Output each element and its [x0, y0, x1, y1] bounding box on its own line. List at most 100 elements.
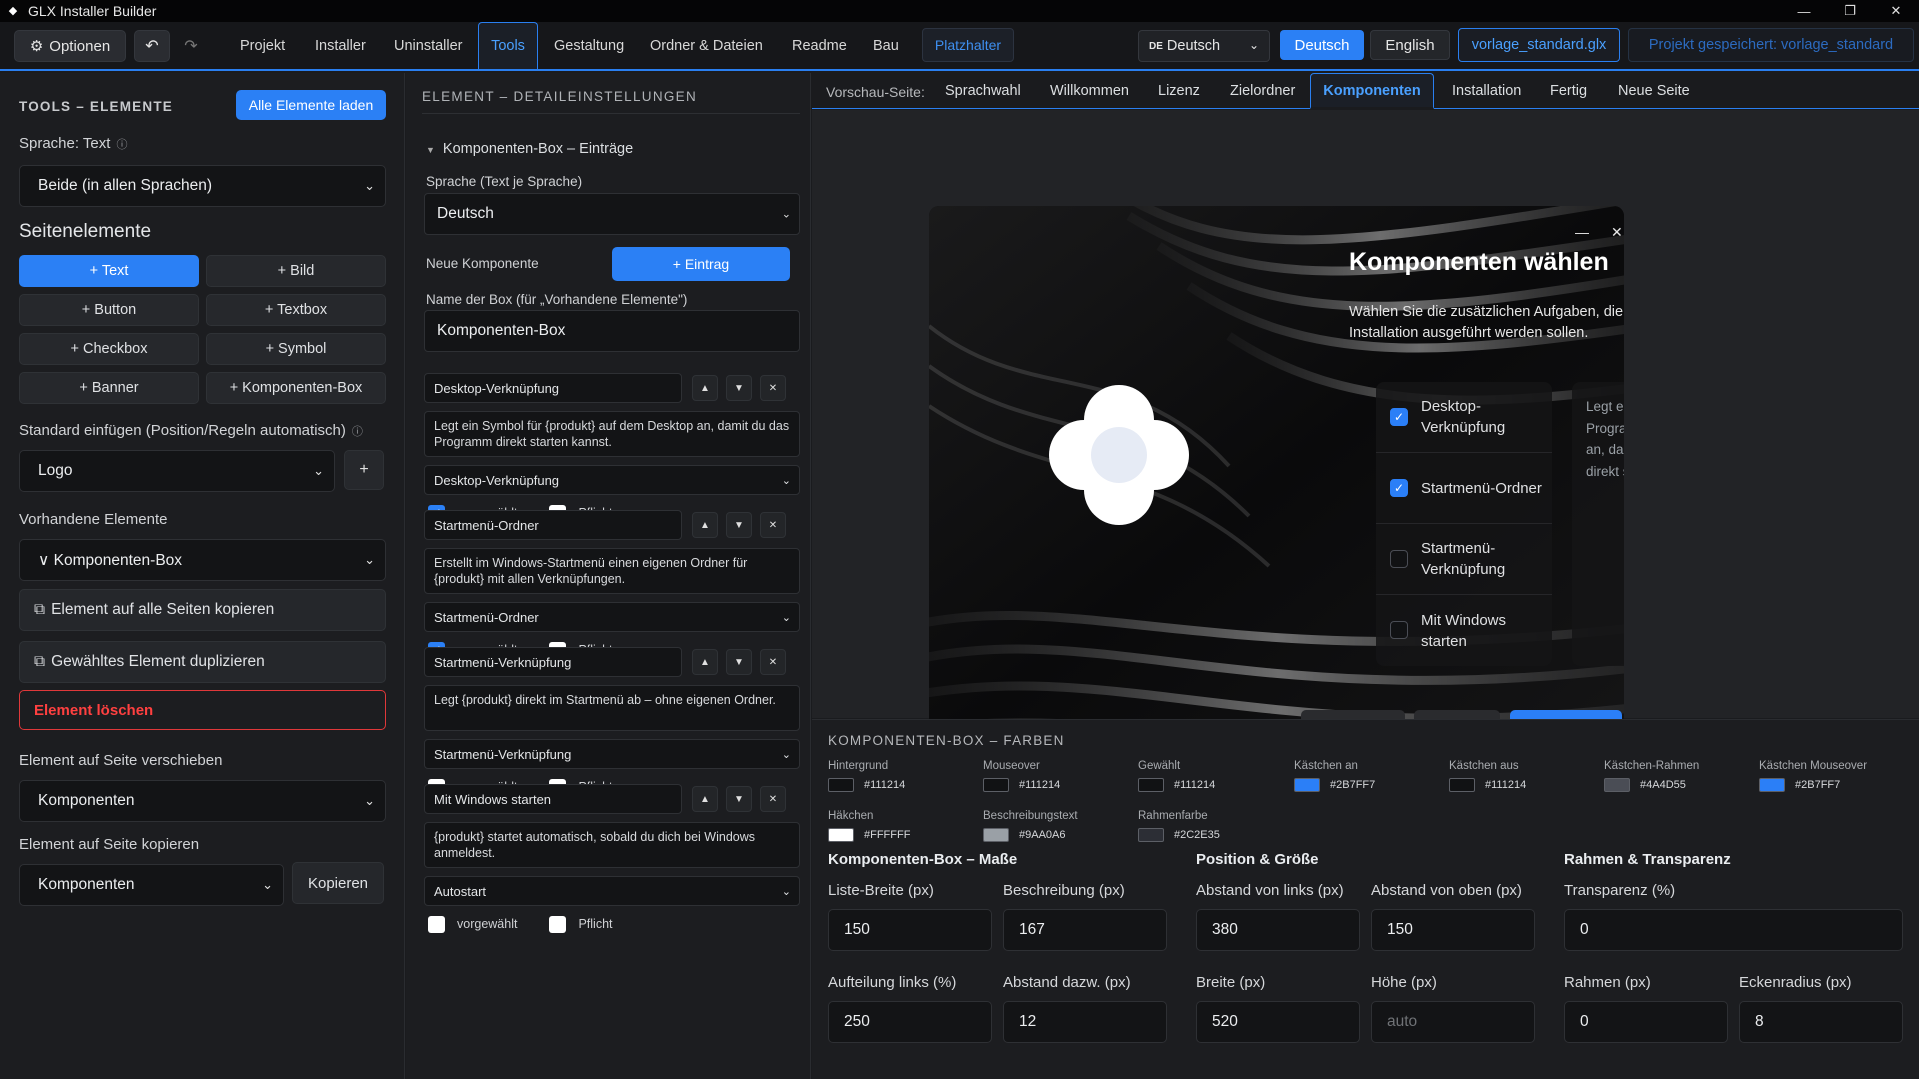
tab-installer[interactable]: Installer — [315, 22, 366, 69]
component-item[interactable]: Mit Windows starten — [1376, 595, 1552, 666]
move-up-icon[interactable]: ▲ — [692, 375, 718, 401]
component-checkbox[interactable]: ✓ — [1390, 479, 1408, 497]
tab-projekt[interactable]: Projekt — [240, 22, 285, 69]
add-symbol-button[interactable]: + Symbol — [206, 333, 386, 365]
move-down-icon[interactable]: ▼ — [726, 512, 752, 538]
preview-close-icon[interactable]: ✕ — [1611, 224, 1623, 241]
tab-gestaltung[interactable]: Gestaltung — [554, 22, 624, 69]
move-up-icon[interactable]: ▲ — [692, 786, 718, 812]
options-button[interactable]: ⚙ Optionen — [14, 30, 126, 62]
color-swatch[interactable] — [983, 778, 1009, 792]
load-all-elements-button[interactable]: Alle Elemente laden — [236, 90, 386, 120]
add-banner-button[interactable]: + Banner — [19, 372, 199, 404]
maximize-icon[interactable]: ❐ — [1827, 0, 1873, 22]
component-checkbox[interactable]: ✓ — [1390, 408, 1408, 426]
language-deutsch-button[interactable]: Deutsch — [1280, 30, 1364, 60]
component-item[interactable]: Startmenü-Verknüpfung — [1376, 524, 1552, 595]
move-down-icon[interactable]: ▼ — [726, 649, 752, 675]
copy-button[interactable]: Kopieren — [292, 862, 384, 904]
list-width-input[interactable]: 150 — [828, 909, 992, 951]
tab-tools[interactable]: Tools — [478, 22, 538, 69]
color-setting-checkbox-border[interactable]: Kästchen-Rahmen #4A4D55 — [1604, 760, 1699, 792]
language-select[interactable]: DE Deutsch ⌄ — [1138, 30, 1270, 62]
move-up-icon[interactable]: ▲ — [692, 512, 718, 538]
entry-name-input[interactable]: Startmenü-Ordner — [424, 510, 682, 540]
required-checkbox[interactable] — [549, 915, 567, 933]
project-file-button[interactable]: vorlage_standard.glx — [1458, 28, 1620, 62]
entry-type-select[interactable]: Autostart ⌄ — [424, 876, 800, 906]
component-item[interactable]: ✓ Startmenü-Ordner — [1376, 453, 1552, 524]
width-input[interactable]: 520 — [1196, 1001, 1360, 1043]
add-component-box-button[interactable]: + Komponenten-Box — [206, 372, 386, 404]
preview-tab-neue-seite[interactable]: Neue Seite — [1618, 73, 1690, 109]
insert-standard-button[interactable]: + — [344, 450, 384, 490]
remove-icon[interactable]: ✕ — [760, 649, 786, 675]
preview-tab-willkommen[interactable]: Willkommen — [1050, 73, 1129, 109]
entry-name-input[interactable]: Mit Windows starten — [424, 784, 682, 814]
remove-icon[interactable]: ✕ — [760, 786, 786, 812]
color-swatch[interactable] — [1294, 778, 1320, 792]
gap-input[interactable]: 12 — [1003, 1001, 1167, 1043]
color-swatch[interactable] — [983, 828, 1009, 842]
preview-tab-installation[interactable]: Installation — [1452, 73, 1521, 109]
color-swatch[interactable] — [1759, 778, 1785, 792]
entry-type-select[interactable]: Desktop-Verknüpfung ⌄ — [424, 465, 800, 495]
delete-element-button[interactable]: Element löschen — [19, 690, 386, 730]
remove-icon[interactable]: ✕ — [760, 375, 786, 401]
copy-to-page-select[interactable]: Komponenten ⌄ — [19, 864, 284, 906]
language-scope-select[interactable]: Beide (in allen Sprachen) ⌄ — [19, 165, 386, 207]
move-down-icon[interactable]: ▼ — [726, 375, 752, 401]
tab-ordner-dateien[interactable]: Ordner & Dateien — [650, 22, 763, 69]
color-setting-selected[interactable]: Gewählt #111214 — [1138, 760, 1215, 792]
tab-readme[interactable]: Readme — [792, 22, 847, 69]
transparency-input[interactable]: 0 — [1564, 909, 1903, 951]
color-swatch[interactable] — [828, 828, 854, 842]
entry-language-select[interactable]: Deutsch ⌄ — [424, 193, 800, 235]
preview-tab-sprachwahl[interactable]: Sprachwahl — [945, 73, 1021, 109]
preview-tab-lizenz[interactable]: Lizenz — [1158, 73, 1200, 109]
copy-to-all-pages-button[interactable]: ⧉ Element auf alle Seiten kopieren — [19, 589, 386, 631]
undo-icon[interactable]: ↶ — [134, 30, 170, 62]
preview-minimize-icon[interactable]: — — [1575, 224, 1589, 240]
close-icon[interactable]: ✕ — [1873, 0, 1919, 22]
duplicate-element-button[interactable]: ⧉ Gewähltes Element duplizieren — [19, 641, 386, 683]
preview-tab-fertig[interactable]: Fertig — [1550, 73, 1587, 109]
color-setting-checkbox-off[interactable]: Kästchen aus #111214 — [1449, 760, 1526, 792]
entry-description-input[interactable]: Legt {produkt} direkt im Startmenü ab – … — [424, 685, 800, 731]
move-down-icon[interactable]: ▼ — [726, 786, 752, 812]
add-button-button[interactable]: + Button — [19, 294, 199, 326]
move-up-icon[interactable]: ▲ — [692, 649, 718, 675]
border-width-input[interactable]: 0 — [1564, 1001, 1728, 1043]
split-left-input[interactable]: 250 — [828, 1001, 992, 1043]
color-swatch[interactable] — [1138, 828, 1164, 842]
color-setting-description-text[interactable]: Beschreibungstext #9AA0A6 — [983, 810, 1078, 842]
entry-type-select[interactable]: Startmenü-Verknüpfung ⌄ — [424, 739, 800, 769]
add-checkbox-button[interactable]: + Checkbox — [19, 333, 199, 365]
entry-type-select[interactable]: Startmenü-Ordner ⌄ — [424, 602, 800, 632]
offset-top-input[interactable]: 150 — [1371, 909, 1535, 951]
add-text-button[interactable]: + Text — [19, 255, 199, 287]
preselected-checkbox[interactable] — [428, 915, 445, 933]
corner-radius-input[interactable]: 8 — [1739, 1001, 1903, 1043]
tab-uninstaller[interactable]: Uninstaller — [394, 22, 463, 69]
add-image-button[interactable]: + Bild — [206, 255, 386, 287]
entry-description-input[interactable]: Legt ein Symbol für {produkt} auf dem De… — [424, 411, 800, 457]
offset-left-input[interactable]: 380 — [1196, 909, 1360, 951]
language-english-button[interactable]: English — [1370, 30, 1450, 60]
box-name-input[interactable]: Komponenten-Box — [424, 310, 800, 352]
component-checkbox[interactable] — [1390, 550, 1408, 568]
color-setting-checkbox-mouseover[interactable]: Kästchen Mouseover #2B7FF7 — [1759, 760, 1867, 792]
color-swatch[interactable] — [1604, 778, 1630, 792]
preview-tab-komponenten[interactable]: Komponenten — [1310, 73, 1434, 109]
redo-icon[interactable]: ↷ — [176, 30, 206, 62]
preview-tab-zielordner[interactable]: Zielordner — [1230, 73, 1295, 109]
move-to-page-select[interactable]: Komponenten ⌄ — [19, 780, 386, 822]
add-textbox-button[interactable]: + Textbox — [206, 294, 386, 326]
remove-icon[interactable]: ✕ — [760, 512, 786, 538]
component-checkbox[interactable] — [1390, 621, 1408, 639]
entry-name-input[interactable]: Desktop-Verknüpfung — [424, 373, 682, 403]
color-setting-border-color[interactable]: Rahmenfarbe #2C2E35 — [1138, 810, 1220, 842]
color-setting-checkbox-on[interactable]: Kästchen an #2B7FF7 — [1294, 760, 1375, 792]
component-item[interactable]: ✓ Desktop-Verknüpfung — [1376, 382, 1552, 453]
entry-name-input[interactable]: Startmenü-Verknüpfung — [424, 647, 682, 677]
